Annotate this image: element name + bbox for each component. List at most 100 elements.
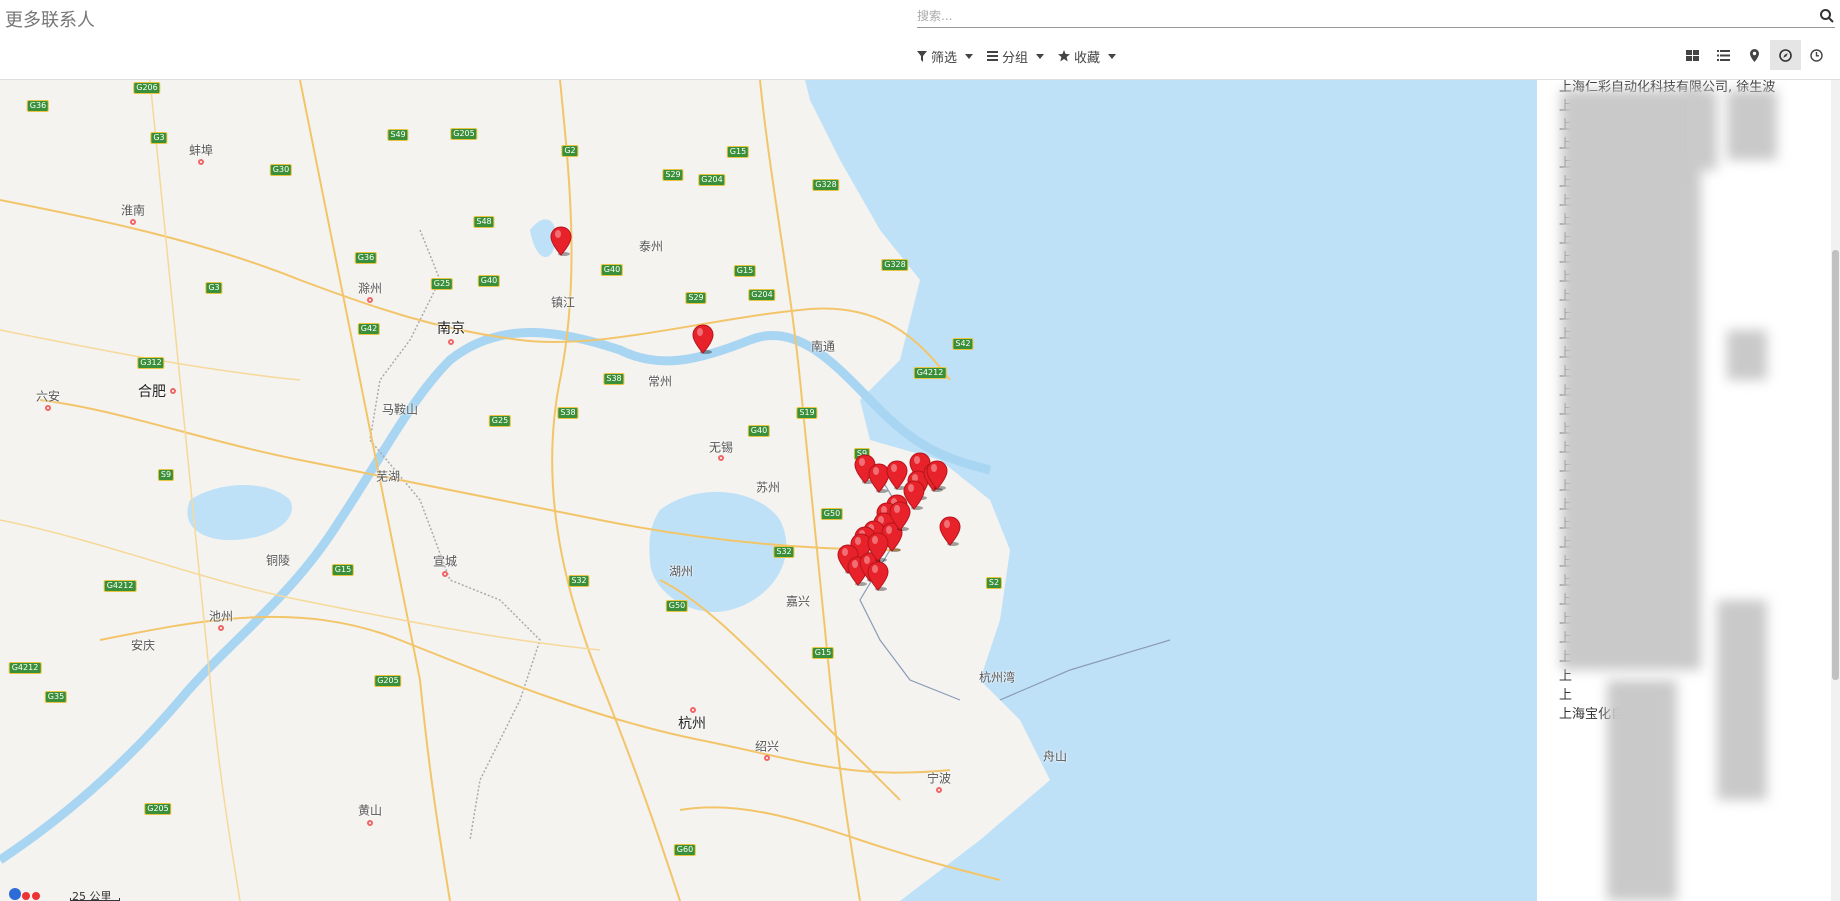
search-options: 筛选 分组 收藏 <box>917 46 1117 66</box>
location-marker-icon[interactable] <box>867 532 889 562</box>
location-marker-icon[interactable] <box>867 561 889 591</box>
city-label: 南通 <box>810 339 836 354</box>
bars-icon <box>987 51 999 61</box>
city-label: 芜湖 <box>375 469 401 484</box>
road-shield: G40 <box>747 425 771 437</box>
city-label: 湖州 <box>668 564 694 579</box>
road-shield: G25 <box>430 278 454 290</box>
city-label: 淮南 <box>120 203 146 218</box>
scrollbar[interactable] <box>1831 80 1840 901</box>
city-label: 宁波 <box>926 771 952 786</box>
city-label: 南京 <box>437 321 465 337</box>
road-shield: G206 <box>133 82 161 94</box>
clock-icon <box>1810 48 1823 62</box>
road-shield: S19 <box>796 407 818 419</box>
road-shield: G204 <box>698 174 726 186</box>
road-shield: S38 <box>557 407 579 419</box>
city-label: 常州 <box>647 374 673 389</box>
road-shield: G15 <box>726 146 750 158</box>
road-shield: G4212 <box>8 662 42 674</box>
road-shield: G35 <box>44 691 68 703</box>
search-input[interactable] <box>917 4 1807 28</box>
list-view-button[interactable] <box>1708 40 1739 70</box>
city-dot <box>198 159 204 165</box>
view-switcher <box>1677 40 1832 70</box>
road-shield: G328 <box>812 179 840 191</box>
city-dot <box>45 405 51 411</box>
road-shield: G3 <box>150 132 168 144</box>
location-marker-icon[interactable] <box>903 480 925 510</box>
road-shield: G2 <box>561 145 579 157</box>
city-dot <box>442 571 448 577</box>
contact-row[interactable]: 上 <box>1559 686 1819 705</box>
city-dot <box>448 339 454 345</box>
road-shield: S29 <box>685 292 707 304</box>
chevron-down-icon <box>965 53 974 59</box>
road-shield: G30 <box>269 164 293 176</box>
chevron-down-icon <box>1108 53 1117 59</box>
road-shield: G15 <box>331 564 355 576</box>
city-dot <box>170 388 176 394</box>
road-shield: G50 <box>820 508 844 520</box>
city-label: 六安 <box>35 389 61 404</box>
redaction-block <box>1687 90 1717 170</box>
city-dot <box>690 707 696 713</box>
city-label: 马鞍山 <box>381 402 419 417</box>
road-shield: G60 <box>673 844 697 856</box>
city-label: 蚌埠 <box>188 143 214 158</box>
road-shield: G205 <box>144 803 172 815</box>
kanban-view-button[interactable] <box>1677 40 1708 70</box>
group-by-button[interactable]: 分组 <box>987 46 1045 66</box>
city-label: 舟山 <box>1042 749 1068 764</box>
road-shield: S49 <box>387 129 409 141</box>
road-shield: S32 <box>568 575 590 587</box>
city-dot <box>367 820 373 826</box>
road-shield: G205 <box>374 675 402 687</box>
redaction-block <box>1717 600 1767 800</box>
road-shield: G4212 <box>913 367 947 379</box>
road-shield: G42 <box>357 323 381 335</box>
road-shield: S42 <box>952 338 974 350</box>
city-label: 无锡 <box>708 440 734 455</box>
city-label: 绍兴 <box>754 739 780 754</box>
road-shield: G4212 <box>103 580 137 592</box>
city-label: 泰州 <box>638 239 664 254</box>
map-view-button[interactable] <box>1770 40 1801 70</box>
map-pin-view-button[interactable] <box>1739 40 1770 70</box>
city-label: 杭州 <box>678 716 706 732</box>
star-icon <box>1058 50 1071 62</box>
favorites-button[interactable]: 收藏 <box>1058 46 1117 66</box>
map-logo-icon <box>9 888 40 900</box>
location-marker-icon[interactable] <box>939 516 961 546</box>
location-marker-icon[interactable] <box>926 460 948 490</box>
control-panel: 更多联系人 筛选 分组 收藏 <box>0 0 1840 80</box>
city-label: 宣城 <box>432 554 458 569</box>
city-label: 黄山 <box>357 803 383 818</box>
redaction-block <box>1607 680 1677 901</box>
filter-button[interactable]: 筛选 <box>917 46 974 66</box>
road-shield: G3 <box>205 282 223 294</box>
contact-list-panel: 上海仁彩自动化科技有限公司, 徐生波上上上上上上上上上上上上上上上上上上上上上上… <box>1537 80 1840 901</box>
road-shield: G204 <box>748 289 776 301</box>
road-shield: G328 <box>881 259 909 271</box>
location-marker-icon[interactable] <box>692 324 714 354</box>
map-canvas[interactable]: 蚌埠 淮南 滁州 南京 镇江 泰州 南通 常州 合肥 六安 马鞍山 无锡 苏州 … <box>0 80 1537 901</box>
favorites-label: 收藏 <box>1074 50 1101 66</box>
activity-view-button[interactable] <box>1801 40 1832 70</box>
road-shield: G40 <box>477 275 501 287</box>
city-dot <box>218 625 224 631</box>
road-shield: G36 <box>26 100 50 112</box>
road-shield: G205 <box>450 128 478 140</box>
road-shield: S9 <box>157 469 175 481</box>
contact-row[interactable]: 上海宝化自动化 <box>1559 705 1819 724</box>
city-label: 苏州 <box>755 480 781 495</box>
search-icon[interactable] <box>1819 8 1835 24</box>
city-dot <box>718 455 724 461</box>
road-shield: G40 <box>600 264 624 276</box>
filter-icon <box>917 50 927 62</box>
road-shield: G25 <box>488 415 512 427</box>
scrollbar-thumb[interactable] <box>1832 250 1839 680</box>
location-marker-icon[interactable] <box>550 226 572 256</box>
page-title: 更多联系人 <box>5 10 95 31</box>
redaction-block <box>1727 90 1777 160</box>
